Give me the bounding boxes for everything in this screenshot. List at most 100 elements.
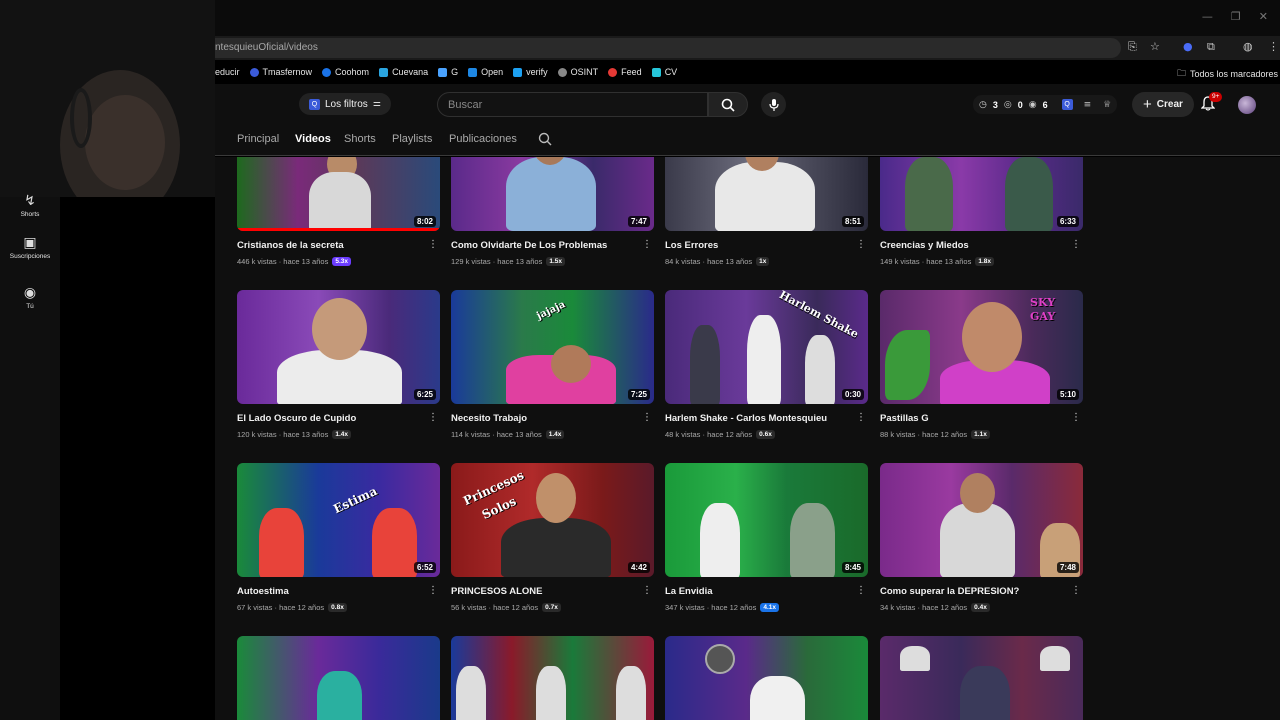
close-icon[interactable]: ✕ xyxy=(1259,10,1268,23)
subscriptions-icon: ▣ xyxy=(23,235,37,251)
meta-separator: · xyxy=(915,603,923,612)
more-options-icon[interactable]: ⋮ xyxy=(642,412,652,423)
video-views: 56 k vistas xyxy=(451,603,487,612)
thumbnail-background xyxy=(665,463,868,577)
video-title[interactable]: El Lado Oscuro de Cupido xyxy=(237,413,356,424)
bookmark-item[interactable]: Cuevana xyxy=(379,67,428,77)
video-thumbnail[interactable] xyxy=(237,636,440,720)
video-meta: 56 k vistas · hace 12 años 0.7x xyxy=(451,603,561,612)
bookmark-item[interactable]: Open xyxy=(468,67,503,77)
video-title[interactable]: Los Errores xyxy=(665,240,718,251)
tab-principal[interactable]: Principal xyxy=(237,133,279,145)
all-bookmarks-button[interactable]: 🗀 Todos los marcadores xyxy=(1177,66,1278,82)
channel-search-button[interactable] xyxy=(538,132,552,151)
outlier-score-badge: 1x xyxy=(756,257,770,266)
more-options-icon[interactable]: ⋮ xyxy=(856,585,866,596)
video-title[interactable]: Autoestima xyxy=(237,586,289,597)
sidebar-item-shorts[interactable]: ↯ Shorts xyxy=(0,193,60,218)
video-thumbnail[interactable] xyxy=(665,636,868,720)
video-thumbnail[interactable]: 6:25 xyxy=(237,290,440,404)
filters-label: Los filtros xyxy=(325,98,368,110)
bookmark-item[interactable]: OSINT xyxy=(557,67,598,77)
thumbnail-person xyxy=(747,315,781,404)
meta-separator: · xyxy=(490,430,497,439)
browser-menu-icon[interactable]: ⋮ xyxy=(1268,40,1279,53)
thumbnail-person xyxy=(940,503,1015,577)
stat-count: 0 xyxy=(1017,99,1023,110)
extensions-puzzle-icon[interactable]: ⧉ xyxy=(1207,40,1215,54)
tab-shorts[interactable]: Shorts xyxy=(344,133,376,145)
video-thumbnail[interactable]: SKY GAY 5:10 xyxy=(880,290,1083,404)
bookmark-item[interactable]: verify xyxy=(513,67,548,77)
video-age: hace 13 años xyxy=(926,257,972,266)
video-title[interactable]: Pastillas G xyxy=(880,413,929,424)
tab-publicaciones[interactable]: Publicaciones xyxy=(449,133,517,145)
video-title[interactable]: Creencias y Miedos xyxy=(880,240,969,251)
more-options-icon[interactable]: ⋮ xyxy=(1071,412,1081,423)
avatar[interactable] xyxy=(1238,96,1256,114)
minimize-icon[interactable]: — xyxy=(1202,10,1213,23)
restore-icon[interactable]: ❐ xyxy=(1231,10,1241,23)
filters-button[interactable]: Q Los filtros ⚌ xyxy=(299,93,391,115)
video-duration: 7:25 xyxy=(627,389,650,400)
video-title[interactable]: Como Olvidarte De Los Problemas xyxy=(451,240,607,251)
video-thumbnail[interactable]: jajaja 7:25 xyxy=(451,290,654,404)
tab-videos[interactable]: Videos xyxy=(295,133,331,145)
thumbnail-person xyxy=(501,518,611,577)
more-options-icon[interactable]: ⋮ xyxy=(1071,239,1081,250)
bookmark-favicon-icon xyxy=(608,67,618,77)
bookmark-label: G xyxy=(451,67,459,77)
more-options-icon[interactable]: ⋮ xyxy=(1071,585,1081,596)
more-options-icon[interactable]: ⋮ xyxy=(856,239,866,250)
more-options-icon[interactable]: ⋮ xyxy=(428,239,438,250)
sidebar-item-subscriptions[interactable]: ▣ Suscripciones xyxy=(0,235,60,260)
more-options-icon[interactable]: ⋮ xyxy=(642,239,652,250)
bookmark-item[interactable]: CV xyxy=(651,67,677,77)
webcam-overlay xyxy=(0,0,215,197)
video-thumbnail[interactable]: 7:48 xyxy=(880,463,1083,577)
video-thumbnail[interactable]: 8:02 xyxy=(237,157,440,231)
voice-search-button[interactable] xyxy=(761,92,786,117)
bookmark-item[interactable]: G xyxy=(438,67,458,77)
video-title[interactable]: Harlem Shake - Carlos Montesquieu xyxy=(665,413,827,424)
meta-separator: · xyxy=(919,257,927,266)
more-options-icon[interactable]: ⋮ xyxy=(856,412,866,423)
video-thumbnail[interactable]: 6:33 xyxy=(880,157,1083,231)
outlier-score-badge: 0.6x xyxy=(756,430,775,439)
video-thumbnail[interactable]: Harlem Shake 0:30 xyxy=(665,290,868,404)
thumbnail-person xyxy=(506,157,596,231)
video-title[interactable]: La Envidia xyxy=(665,586,713,597)
bookmark-label: verify xyxy=(526,67,548,77)
extension-blue-icon[interactable]: ● xyxy=(1183,40,1193,53)
bookmark-item[interactable]: Tmasfernow xyxy=(249,67,312,77)
all-bookmarks-label: Todos los marcadores xyxy=(1189,69,1278,79)
more-options-icon[interactable]: ⋮ xyxy=(428,412,438,423)
bookmark-star-icon[interactable]: ☆ xyxy=(1150,40,1160,53)
cast-icon[interactable]: ⎘ xyxy=(1128,40,1137,54)
thumbnail-person xyxy=(536,473,576,523)
video-thumbnail[interactable]: 8:45 xyxy=(665,463,868,577)
create-button[interactable]: + Crear xyxy=(1132,92,1194,117)
more-options-icon[interactable]: ⋮ xyxy=(428,585,438,596)
bookmark-item[interactable]: Feed xyxy=(608,67,642,77)
video-thumbnail[interactable]: 7:47 xyxy=(451,157,654,231)
video-title[interactable]: Necesito Trabajo xyxy=(451,413,527,424)
video-title[interactable]: Como superar la DEPRESION? xyxy=(880,586,1019,597)
video-thumbnail[interactable]: Estima 6:52 xyxy=(237,463,440,577)
more-options-icon[interactable]: ⋮ xyxy=(642,585,652,596)
video-thumbnail[interactable]: Princesos Solos 4:42 xyxy=(451,463,654,577)
video-thumbnail[interactable] xyxy=(451,636,654,720)
sidebar-item-you[interactable]: ◉ Tú xyxy=(0,285,60,310)
extension-stats[interactable]: ◷ 3 ◎ 0 ◉ 6 Q ≡ ♕ xyxy=(973,95,1118,114)
video-title[interactable]: Cristianos de la secreta xyxy=(237,240,344,251)
video-thumbnail[interactable] xyxy=(880,636,1083,720)
search-button[interactable] xyxy=(708,92,748,117)
url-field[interactable]: ntesquieuOficial/videos xyxy=(215,38,1121,58)
tab-playlists[interactable]: Playlists xyxy=(392,133,432,145)
profile-icon[interactable]: ◍ xyxy=(1243,40,1253,53)
search-input[interactable]: Buscar xyxy=(437,92,708,117)
bookmark-item[interactable]: educir xyxy=(215,67,240,77)
bookmark-item[interactable]: Coohom xyxy=(322,67,369,77)
video-thumbnail[interactable]: 8:51 xyxy=(665,157,868,231)
video-title[interactable]: PRINCESOS ALONE xyxy=(451,586,543,597)
